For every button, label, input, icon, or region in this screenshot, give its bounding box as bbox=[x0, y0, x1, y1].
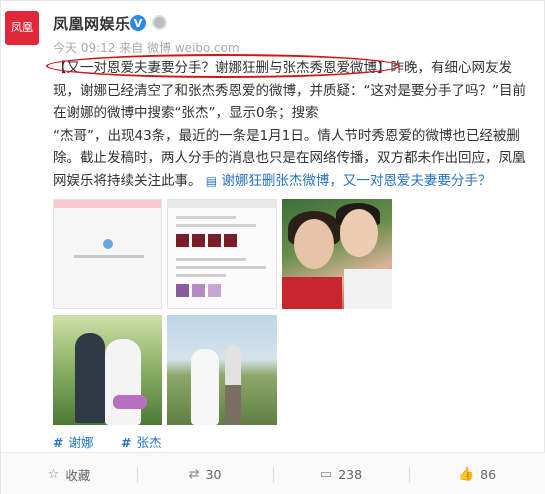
hash-icon: # bbox=[121, 435, 132, 450]
content-line-6-text: 网娱乐将持续关注此事。 bbox=[53, 172, 202, 189]
photo-shape bbox=[105, 339, 141, 425]
photo-shape bbox=[340, 209, 378, 257]
link-icon: ▤ bbox=[205, 173, 218, 188]
like-count: 86 bbox=[480, 467, 497, 482]
thumb-text-line bbox=[176, 224, 256, 227]
thumbs-up-icon: 👍 bbox=[457, 467, 475, 482]
thumb-text-line bbox=[74, 255, 144, 258]
thumb-header-bar bbox=[54, 200, 161, 208]
image-thumbnail-1[interactable] bbox=[53, 199, 162, 309]
article-link[interactable]: 谢娜狂删张杰微博，又一对恩爱夫妻要分手？ bbox=[221, 173, 491, 189]
avatar-text: 凤凰 bbox=[11, 21, 33, 34]
thumb-photo bbox=[176, 284, 189, 297]
thumb-photo bbox=[176, 234, 189, 247]
content-line-5: 除。截止发稿时，两人分手的消息也只是在网络传播，双方都未作出回应，凤凰 bbox=[53, 150, 526, 166]
content-line-2: 现，谢娜已经清空了和张杰秀恩爱的微博，并质疑：“这对是要分手了吗？”目前 bbox=[53, 82, 526, 99]
topic-tag-2[interactable]: # 张杰 bbox=[121, 432, 162, 451]
photo-shape bbox=[225, 385, 241, 425]
verified-icon: V bbox=[130, 15, 146, 31]
highlight-oval bbox=[46, 54, 400, 78]
thumb-text-line bbox=[176, 266, 266, 269]
comment-button[interactable]: ▭ 238 bbox=[273, 453, 409, 494]
photo-shape bbox=[75, 333, 105, 423]
hash-icon: # bbox=[53, 435, 64, 450]
image-thumbnail-2[interactable] bbox=[167, 199, 277, 309]
like-button[interactable]: 👍 86 bbox=[409, 453, 545, 494]
repost-icon: ⇄ bbox=[188, 467, 200, 482]
topic-label: 张杰 bbox=[136, 435, 162, 450]
topic-tag-1[interactable]: # 谢娜 bbox=[53, 432, 94, 451]
image-thumbnail-3[interactable] bbox=[282, 199, 392, 309]
thumb-text-line bbox=[176, 274, 226, 277]
image-thumbnail-4[interactable] bbox=[53, 315, 162, 425]
action-bar: ☆ 收藏 ⇄ 30 ▭ 238 👍 86 bbox=[1, 452, 545, 494]
post-content: 【又一对恩爱夫妻要分手？谢娜狂删与张杰秀恩爱微博】昨晚，有细心网友发 现，谢娜已… bbox=[53, 57, 526, 193]
topic-label: 谢娜 bbox=[68, 435, 94, 450]
comment-count: 238 bbox=[338, 467, 363, 482]
image-thumbnail-5[interactable] bbox=[167, 315, 277, 425]
comment-icon: ▭ bbox=[319, 467, 333, 482]
thumb-text-line bbox=[176, 216, 236, 219]
avatar[interactable]: 凤凰 bbox=[5, 11, 39, 45]
favorite-button[interactable]: ☆ 收藏 bbox=[1, 453, 137, 494]
thumb-photo bbox=[192, 234, 205, 247]
star-icon: ☆ bbox=[47, 467, 60, 482]
thumb-text-line bbox=[176, 258, 246, 261]
photo-shape bbox=[113, 395, 147, 409]
thumb-photo bbox=[224, 234, 237, 247]
content-line-6: 网娱乐将持续关注此事。 ▤ 谢娜狂删张杰微博，又一对恩爱夫妻要分手？ bbox=[53, 170, 523, 193]
repost-button[interactable]: ⇄ 30 bbox=[137, 453, 273, 494]
repost-count: 30 bbox=[205, 467, 222, 482]
content-line-4: “杰哥”，出现43条，最近的一条是1月1日。情人节时秀恩爱的微博也已经被删 bbox=[53, 127, 520, 144]
weibo-post-card: 凤凰 凤凰网娱乐 V 今天 09:12 来自 微博 weibo.com 【又一对… bbox=[0, 0, 545, 494]
info-icon bbox=[103, 239, 113, 249]
medal-icon[interactable] bbox=[152, 15, 167, 30]
favorite-label: 收藏 bbox=[65, 468, 91, 483]
content-line-3: 在谢娜的微博中搜索“张杰”，显示0条；搜索 bbox=[53, 105, 319, 121]
photo-shape bbox=[191, 349, 219, 425]
thumb-photo bbox=[208, 284, 221, 297]
thumb-header-bar bbox=[168, 200, 276, 208]
thumb-photo bbox=[208, 234, 221, 247]
username[interactable]: 凤凰网娱乐 bbox=[53, 13, 131, 34]
photo-shape bbox=[344, 269, 392, 309]
thumb-photo bbox=[192, 284, 205, 297]
headline-rest: 昨晚，有细心网友发 bbox=[390, 60, 513, 76]
photo-shape bbox=[282, 277, 342, 309]
photo-shape bbox=[294, 219, 334, 269]
